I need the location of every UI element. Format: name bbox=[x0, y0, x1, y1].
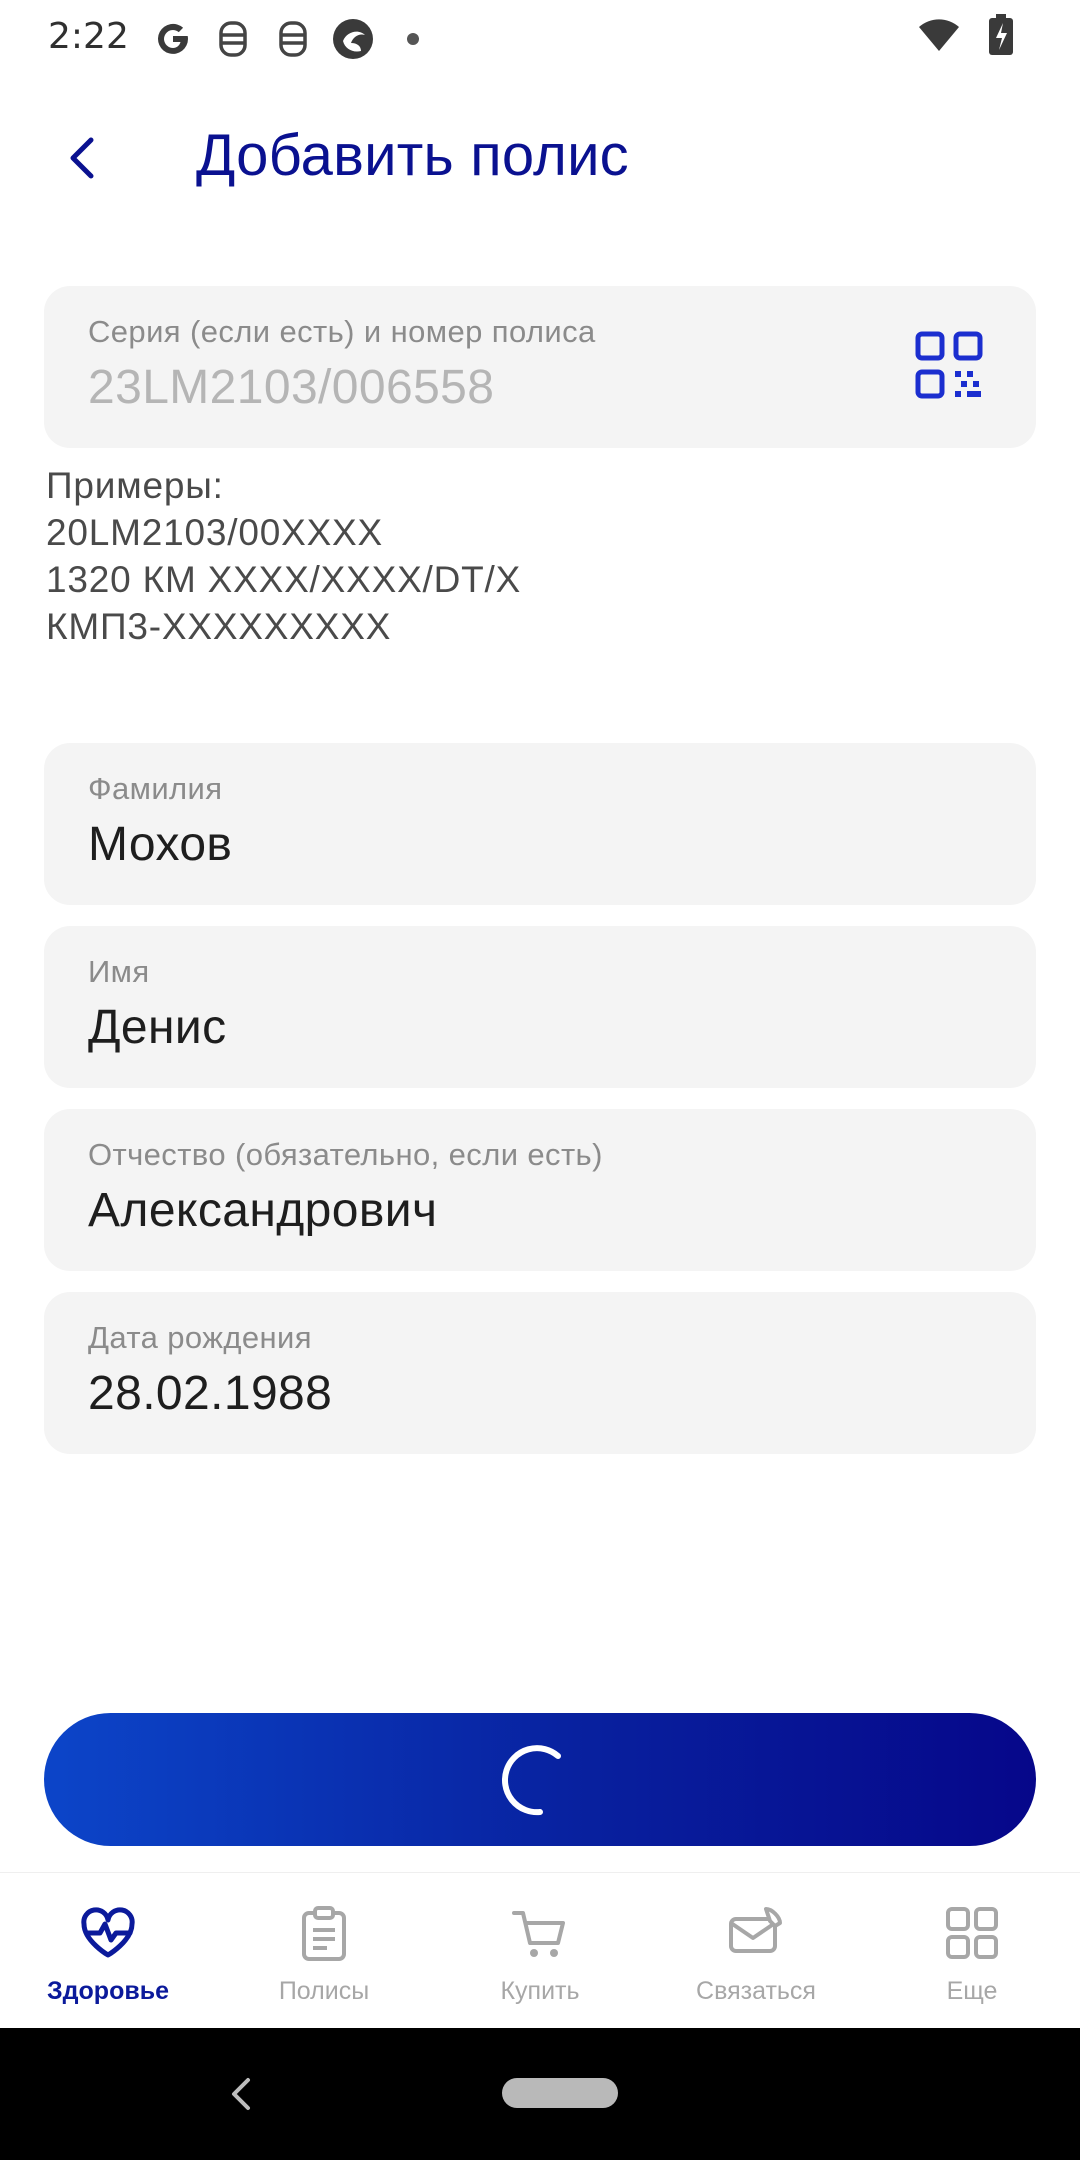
name-label: Имя bbox=[88, 954, 150, 989]
patronymic-field[interactable]: Отчество (обязательно, если есть) Алекса… bbox=[44, 1109, 1036, 1271]
surname-label: Фамилия bbox=[88, 771, 223, 806]
nav-label: Купить bbox=[500, 1977, 580, 2005]
policy-examples: Примеры: 20LM2103/00XXXX 1320 КМ XXXX/XX… bbox=[46, 462, 521, 650]
birthdate-field[interactable]: Дата рождения 28.02.1988 bbox=[44, 1292, 1036, 1454]
patronymic-label: Отчество (обязательно, если есть) bbox=[88, 1137, 603, 1172]
status-system-icons bbox=[918, 14, 1014, 56]
cart-icon bbox=[512, 1911, 565, 1957]
policy-number-placeholder[interactable]: 23LM2103/006558 bbox=[88, 360, 494, 415]
app-icon bbox=[330, 16, 376, 62]
heart-pulse-icon bbox=[81, 1907, 135, 1958]
policy-number-label: Серия (если есть) и номер полиса bbox=[88, 314, 596, 349]
name-field[interactable]: Имя Денис bbox=[44, 926, 1036, 1088]
status-time: 2:22 bbox=[48, 16, 129, 57]
page-title: Добавить полис bbox=[196, 123, 629, 188]
submit-button[interactable] bbox=[44, 1713, 1036, 1846]
system-back-button[interactable] bbox=[220, 2064, 260, 2124]
birthdate-value[interactable]: 28.02.1988 bbox=[88, 1366, 332, 1421]
phone-mail-icon bbox=[729, 1907, 782, 1953]
patronymic-value[interactable]: Александрович bbox=[88, 1183, 437, 1238]
surname-field[interactable]: Фамилия Мохов bbox=[44, 743, 1036, 905]
nav-item-more[interactable]: Еще bbox=[864, 1873, 1080, 2029]
surname-value[interactable]: Мохов bbox=[88, 817, 232, 872]
examples-heading: Примеры: bbox=[46, 465, 224, 506]
grid-icon bbox=[946, 1907, 998, 1959]
notification-icon bbox=[210, 16, 256, 62]
clipboard-icon bbox=[302, 1906, 346, 1961]
status-bar: 2:22 bbox=[0, 0, 1080, 78]
battery-charging-icon bbox=[989, 14, 1013, 55]
dot-icon bbox=[390, 16, 436, 62]
policy-number-field[interactable]: Серия (если есть) и номер полиса 23LM210… bbox=[44, 286, 1036, 448]
system-home-pill[interactable] bbox=[502, 2078, 618, 2108]
nav-item-policies[interactable]: Полисы bbox=[216, 1873, 432, 2029]
system-nav-bar bbox=[0, 2028, 1080, 2160]
name-value[interactable]: Денис bbox=[88, 1000, 227, 1055]
example-line: КМП3-XXXXXXXXX bbox=[46, 606, 392, 647]
nav-label: Здоровье bbox=[47, 1977, 169, 2005]
back-button[interactable] bbox=[44, 120, 120, 196]
birthdate-label: Дата рождения bbox=[88, 1320, 312, 1355]
wifi-icon bbox=[919, 19, 959, 51]
example-line: 1320 КМ XXXX/XXXX/DT/X bbox=[46, 559, 522, 600]
nav-item-contact[interactable]: Связаться bbox=[648, 1873, 864, 2029]
bottom-nav: Здоровье Полисы Купить Связаться Еще bbox=[0, 1872, 1080, 2028]
nav-label: Еще bbox=[946, 1977, 998, 2005]
qr-code-icon bbox=[915, 331, 983, 399]
google-icon bbox=[150, 16, 196, 62]
header: Добавить полис bbox=[0, 100, 1080, 216]
chevron-left-icon bbox=[70, 137, 94, 179]
chevron-left-icon bbox=[232, 2078, 250, 2110]
nav-label: Полисы bbox=[278, 1977, 370, 2005]
status-notification-icons bbox=[150, 16, 436, 62]
nav-item-buy[interactable]: Купить bbox=[432, 1873, 648, 2029]
qr-scan-button[interactable] bbox=[914, 330, 986, 402]
notification-icon bbox=[270, 16, 316, 62]
nav-label: Связаться bbox=[696, 1977, 816, 2005]
spinner-icon bbox=[502, 1744, 561, 1815]
example-line: 20LM2103/00XXXX bbox=[46, 512, 384, 553]
nav-item-health[interactable]: Здоровье bbox=[0, 1873, 216, 2029]
